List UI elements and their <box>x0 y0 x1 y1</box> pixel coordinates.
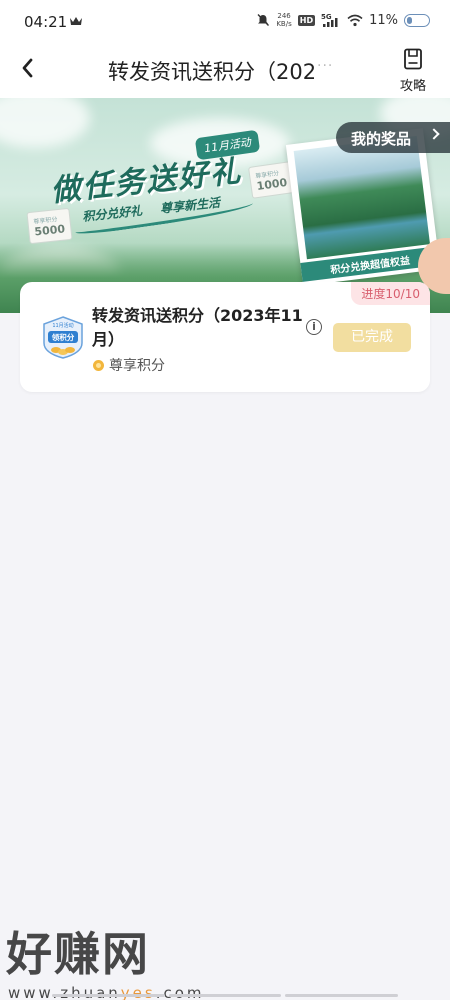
guide-label: 攻略 <box>399 79 426 94</box>
network-speed-value: 246 <box>277 12 291 20</box>
banner-cloud <box>0 98 90 148</box>
points-tag-value: 1000 <box>255 175 289 194</box>
watermark-url-highlight: yes <box>120 984 156 1000</box>
banner-photo-landscape <box>293 135 431 260</box>
hd-icon: HD <box>297 14 316 26</box>
guide-doc-icon <box>404 48 422 70</box>
mute-bell-icon <box>257 14 270 26</box>
battery-percent: 11% <box>369 12 398 28</box>
task-title: 转发资讯送积分（2023年11月） <box>92 306 303 349</box>
battery-icon <box>404 13 430 27</box>
site-watermark: 好赚网 www.zhuanyes.com <box>6 918 205 1000</box>
guide-button[interactable]: 攻略 <box>390 48 436 94</box>
signal-5g-icon: 5G <box>321 13 338 27</box>
watermark-url-right: .com <box>155 984 205 1000</box>
title-overflow: ··· <box>317 58 334 74</box>
status-icons: 246 KB/s HD 5G 11% <box>256 12 430 28</box>
signal-5g-label: 5G <box>321 13 332 21</box>
task-completed-button: 已完成 <box>333 323 411 352</box>
points-tag-value: 5000 <box>33 222 66 239</box>
crown-icon <box>70 17 82 25</box>
badge-main-text: 领积分 <box>52 332 75 342</box>
points-badge-icon: 11月活动 领积分 <box>43 316 83 359</box>
my-prizes-button[interactable]: 我的奖品 <box>336 122 450 153</box>
network-speed-unit: KB/s <box>276 20 292 28</box>
watermark-url-left: www.zhuan <box>8 984 121 1000</box>
nav-bar: 转发资讯送积分（202 ··· 攻略 <box>0 44 450 98</box>
gesture-bar <box>52 994 399 997</box>
wifi-icon <box>347 14 363 26</box>
page-title: 转发资讯送积分（202 <box>108 60 317 84</box>
info-icon[interactable]: i <box>306 319 322 335</box>
my-prizes-label: 我的奖品 <box>351 130 412 148</box>
activity-banner[interactable]: 11月活动 做任务送好礼 积分兑好礼 尊享新生活 尊享积分 5000 尊享积分 … <box>0 98 450 313</box>
task-points-label: 尊享积分 <box>109 358 165 374</box>
back-arrow-icon[interactable] <box>16 54 44 82</box>
badge-top-text: 11月活动 <box>52 322 73 329</box>
status-time: 04:21 <box>24 13 68 31</box>
points-coin-icon <box>93 359 104 371</box>
watermark-text: 好赚网 <box>6 927 150 981</box>
task-points: 尊享积分 <box>93 355 165 375</box>
points-tag-5000: 尊享积分 5000 <box>26 207 73 245</box>
chevron-right-icon <box>428 128 440 140</box>
task-card[interactable]: 进度10/10 11月活动 领积分 转发资讯送积分（2023年11月） 尊享积分… <box>20 282 430 392</box>
network-speed: 246 KB/s <box>276 12 291 28</box>
task-progress-badge: 进度10/10 <box>351 282 430 305</box>
status-bar: 04:21 246 KB/s HD 5G 11% <box>0 0 450 44</box>
watermark-url: www.zhuanyes.com <box>8 984 205 1000</box>
